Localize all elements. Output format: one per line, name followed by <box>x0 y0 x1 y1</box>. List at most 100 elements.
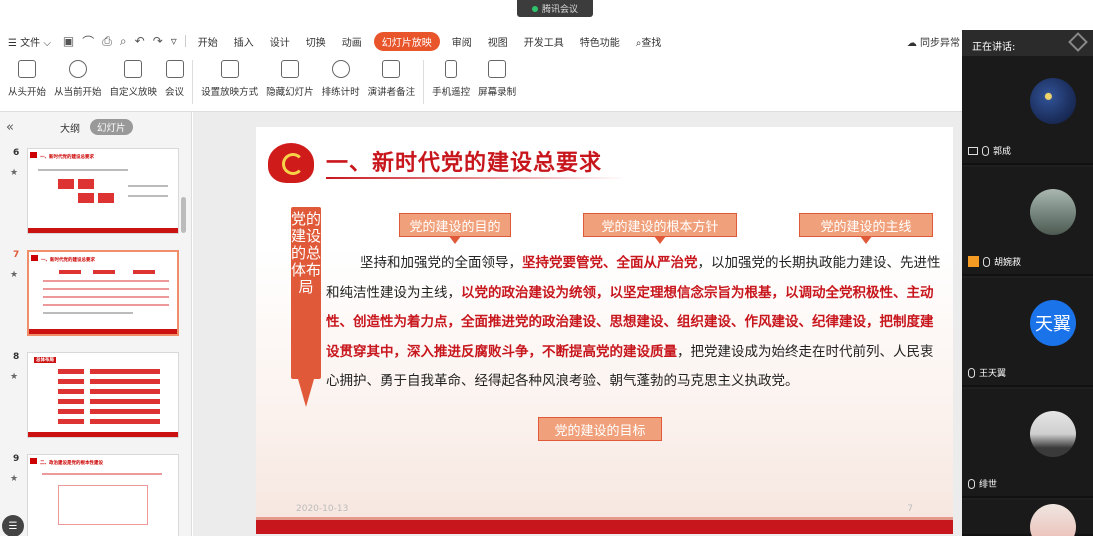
preview-icon[interactable]: ⌕ <box>116 34 131 49</box>
tag-purpose: 党的建设的目的 <box>399 213 511 244</box>
search-button[interactable]: ⌕查找 <box>628 34 670 49</box>
thumb-block <box>58 399 84 404</box>
participant-name: 胡婉菽 <box>994 258 1022 268</box>
tab-outline[interactable]: 大纲 <box>60 120 80 135</box>
tab-start[interactable]: 开始 <box>190 34 226 49</box>
redo-icon[interactable]: ↷ <box>149 34 167 48</box>
tab-view[interactable]: 视图 <box>480 34 516 49</box>
slide-number: 6 <box>13 148 20 158</box>
sync-status[interactable]: ☁ 同步异常 <box>907 34 960 49</box>
vertical-banner: 党的建设的总体布局 <box>291 207 321 379</box>
screen-share-icon <box>968 146 978 155</box>
participant-label: 王天翼 <box>968 366 1006 379</box>
top-strip: 腾讯会议 <box>0 0 962 30</box>
tag-policy: 党的建设的根本方针 <box>583 213 737 244</box>
meeting-icon <box>165 60 184 78</box>
animation-star-icon: ★ <box>10 168 19 178</box>
participant-tile[interactable]: 胡婉菽 <box>962 167 1093 276</box>
panel-header: « 大纲 幻灯片 <box>0 112 191 142</box>
slide-number: 8 <box>13 352 20 362</box>
phone-remote-button[interactable]: 手机遥控 <box>432 52 470 98</box>
custom-show-label: 自定义放映 <box>109 87 158 98</box>
slide-date: 2020-10-13 <box>296 504 349 514</box>
play-from-start-button[interactable]: 从头开始 <box>8 52 46 98</box>
tab-slideshow[interactable]: 幻灯片放映 <box>373 31 440 51</box>
hide-slide-label: 隐藏幻灯片 <box>266 87 314 98</box>
thumb-box <box>58 485 148 525</box>
menu-file[interactable]: ☰ 文件 ⌵ <box>0 34 59 49</box>
slide[interactable]: 一、新时代党的建设总要求 党的建设的总体布局 党的建设的目的 党的建设的根本方针… <box>256 127 953 534</box>
tab-animation[interactable]: 动画 <box>334 34 370 49</box>
undo-icon[interactable]: ↶ <box>131 34 149 48</box>
meeting-button[interactable]: 会议 <box>165 52 184 98</box>
custom-show-button[interactable]: 自定义放映 <box>109 52 158 98</box>
slide-panel: « 大纲 幻灯片 6 ★ 一、新时代党的建设总要求 7 ★ 一、新时代党的建设总… <box>0 112 192 536</box>
thumb-title: 一、新时代党的建设总要求 <box>40 155 94 160</box>
ribbon-toolbar: 从头开始 从当前开始 自定义放映 会议 设置放映方式 隐藏幻灯片 排练计时 演讲… <box>0 52 962 112</box>
rehearse-timing-button[interactable]: 排练计时 <box>322 52 360 98</box>
divider <box>184 35 186 47</box>
slide-thumbnail[interactable]: 一、新时代党的建设总要求 <box>27 148 179 234</box>
thumb-block <box>58 179 74 189</box>
slide-thumbnail[interactable]: 总体布局 <box>27 352 179 438</box>
cloud-icon: ☁ <box>906 38 917 49</box>
menu-icon[interactable]: ☰ <box>2 515 24 536</box>
presenter-notes-label: 演讲者备注 <box>367 87 416 98</box>
meeting-label: 会议 <box>165 87 185 98</box>
tab-slides[interactable]: 幻灯片 <box>90 119 133 135</box>
menu-file-label: 文件 <box>20 37 41 49</box>
body-text-run: 坚持和加强党的全面领导， <box>360 255 522 271</box>
meeting-indicator[interactable]: 腾讯会议 <box>517 0 593 17</box>
participant-tile[interactable]: 绯世 <box>962 389 1093 498</box>
tab-design[interactable]: 设计 <box>262 34 298 49</box>
animation-star-icon: ★ <box>10 474 19 484</box>
tag-goal: 党的建设的目标 <box>538 417 662 441</box>
thumb-line <box>128 195 168 197</box>
menubar: ☰ 文件 ⌵ ▣ ⌒ ⎙ ⌕ ↶ ↷ ▿ 开始 插入 设计 切换 动画 幻灯片放… <box>0 30 962 52</box>
thumb-block <box>58 379 84 384</box>
thumb-line <box>43 304 169 306</box>
format-painter-icon[interactable]: ⌒ <box>78 33 98 50</box>
collapse-icon[interactable]: « <box>6 120 46 135</box>
save-icon[interactable]: ▣ <box>59 34 78 48</box>
tab-features[interactable]: 特色功能 <box>572 34 628 49</box>
participant-tile[interactable]: 天翼 王天翼 <box>962 278 1093 387</box>
sync-label: 同步异常 <box>920 38 960 49</box>
participant-tile[interactable] <box>962 500 1093 536</box>
setup-show-icon <box>220 60 239 78</box>
thumb-line <box>43 280 169 282</box>
thumb-line <box>43 296 169 298</box>
print-icon[interactable]: ⎙ <box>98 34 116 49</box>
speaking-header: 正在讲话: <box>962 30 1093 56</box>
animation-star-icon: ★ <box>10 270 19 280</box>
slide-thumbnail-selected[interactable]: 一、新时代党的建设总要求 <box>27 250 179 336</box>
slide-footer-bar <box>256 520 953 534</box>
customize-icon[interactable]: ▿ <box>167 34 181 48</box>
participant-tile[interactable]: 郭成 <box>962 56 1093 165</box>
tab-transition[interactable]: 切换 <box>298 34 334 49</box>
timer-icon <box>331 60 350 78</box>
screen-record-button[interactable]: 屏幕录制 <box>478 52 516 98</box>
play-start-icon <box>18 60 36 78</box>
slide-thumbnail-row: 8 ★ 总体布局 <box>0 348 192 448</box>
thumb-block <box>98 193 114 203</box>
panel-scrollbar[interactable] <box>181 197 186 233</box>
app-window: 腾讯会议 ☰ 文件 ⌵ ▣ ⌒ ⎙ ⌕ ↶ ↷ ▿ 开始 插入 设计 切换 动画… <box>0 0 1093 536</box>
thumb-block <box>90 409 160 414</box>
thumb-block <box>90 389 160 394</box>
expand-icon[interactable] <box>1068 32 1088 52</box>
avatar <box>1030 189 1076 235</box>
hide-slide-button[interactable]: 隐藏幻灯片 <box>266 52 314 98</box>
tab-developer[interactable]: 开发工具 <box>516 34 572 49</box>
body-highlight: 坚持党要管党、全面从严治党 <box>522 255 698 271</box>
thumb-tag <box>93 270 115 274</box>
live-dot-icon <box>531 5 538 12</box>
thumb-block <box>90 379 160 384</box>
play-from-current-button[interactable]: 从当前开始 <box>54 52 102 98</box>
tab-insert[interactable]: 插入 <box>226 34 262 49</box>
thumb-footer <box>28 432 178 437</box>
setup-show-button[interactable]: 设置放映方式 <box>201 52 258 98</box>
presenter-notes-button[interactable]: 演讲者备注 <box>367 52 416 98</box>
slide-thumbnail[interactable]: 二、政治建设是党的根本性建设 <box>27 454 179 536</box>
tab-review[interactable]: 审阅 <box>444 34 480 49</box>
